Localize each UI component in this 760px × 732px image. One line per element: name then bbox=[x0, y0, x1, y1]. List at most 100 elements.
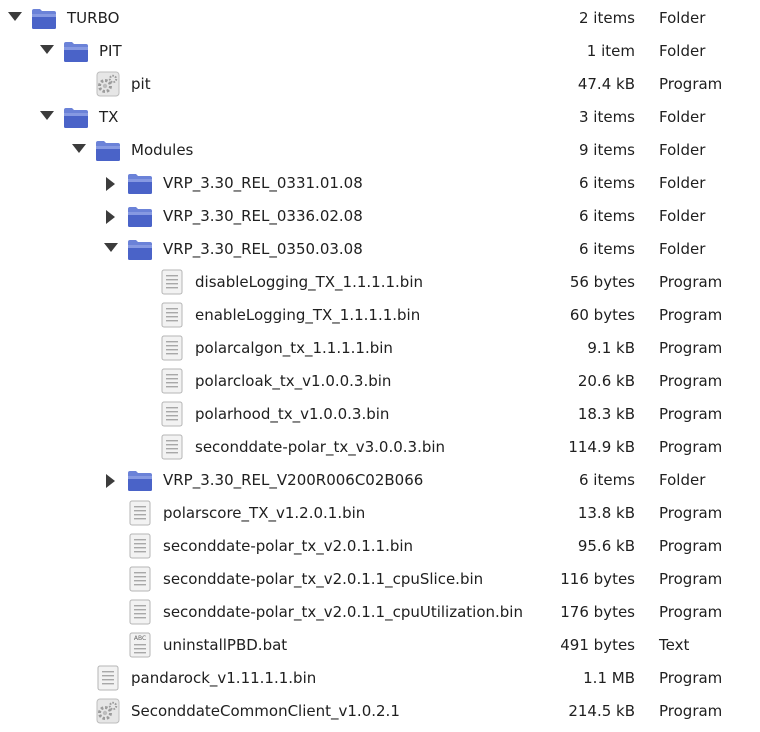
expand-arrow-icon[interactable] bbox=[106, 177, 115, 191]
folder-icon bbox=[63, 104, 89, 130]
file-row-seconddatecommonclient-v1-0-2-1[interactable]: SeconddateCommonClient_v1.0.2.1 214.5 kB P… bbox=[0, 695, 760, 728]
folder-icon bbox=[127, 203, 153, 229]
folder-icon bbox=[95, 137, 121, 163]
collapse-arrow-icon[interactable] bbox=[40, 45, 54, 54]
folder-row-turbo[interactable]: TURBO 2 items Folder bbox=[0, 2, 760, 35]
collapse-arrow-icon[interactable] bbox=[8, 12, 22, 21]
item-size: 6 items bbox=[578, 174, 635, 192]
expand-arrow-icon[interactable] bbox=[106, 474, 115, 488]
item-size: 6 items bbox=[578, 240, 635, 258]
item-type: Program bbox=[659, 702, 723, 720]
file-row-polarcloak-tx-v1-0-0-3-bin[interactable]: polarcloak_tx_v1.0.0.3.bin 20.6 kB Program bbox=[0, 365, 760, 398]
item-size: 214.5 kB bbox=[568, 702, 635, 720]
collapse-arrow-icon[interactable] bbox=[40, 111, 54, 120]
item-size: 176 bytes bbox=[560, 603, 635, 621]
item-type: Program bbox=[659, 438, 723, 456]
item-size: 6 items bbox=[578, 471, 635, 489]
item-name: SeconddateCommonClient_v1.0.2.1 bbox=[131, 702, 400, 720]
file-row-pandarock-v1-11-1-1-bin[interactable]: pandarock_v1.11.1.1.bin 1.1 MB Program bbox=[0, 662, 760, 695]
item-size: 60 bytes bbox=[569, 306, 635, 324]
item-type: Program bbox=[659, 504, 723, 522]
item-type: Program bbox=[659, 570, 723, 588]
binary-file-icon bbox=[159, 302, 185, 328]
item-type: Folder bbox=[659, 174, 706, 192]
item-name: uninstallPBD.bat bbox=[163, 636, 288, 654]
collapse-arrow-icon[interactable] bbox=[72, 144, 86, 153]
item-size: 56 bytes bbox=[569, 273, 635, 291]
svg-text:ABC: ABC bbox=[134, 635, 146, 642]
binary-file-icon bbox=[95, 665, 121, 691]
folder-row-vrp-3-30-rel-v200r006c02b066[interactable]: VRP_3.30_REL_V200R006C02B066 6 items Folde… bbox=[0, 464, 760, 497]
item-type: Program bbox=[659, 537, 723, 555]
item-type: Folder bbox=[659, 9, 706, 27]
expand-arrow-icon[interactable] bbox=[106, 210, 115, 224]
program-gear-icon bbox=[95, 698, 121, 724]
item-type: Program bbox=[659, 306, 723, 324]
item-size: 9.1 kB bbox=[587, 339, 635, 357]
item-type: Folder bbox=[659, 471, 706, 489]
folder-icon bbox=[127, 170, 153, 196]
item-name: disableLogging_TX_1.1.1.1.bin bbox=[195, 273, 424, 291]
folder-icon bbox=[127, 236, 153, 262]
item-type: Folder bbox=[659, 108, 706, 126]
item-name: seconddate-polar_tx_v2.0.1.1_cpuUtilizat… bbox=[163, 603, 523, 621]
item-name: seconddate-polar_tx_v2.0.1.1_cpuSlice.bi… bbox=[163, 570, 484, 588]
folder-icon bbox=[127, 467, 153, 493]
folder-row-pit[interactable]: PIT 1 item Folder bbox=[0, 35, 760, 68]
folder-row-vrp-3-30-rel-0336-02-08[interactable]: VRP_3.30_REL_0336.02.08 6 items Folder bbox=[0, 200, 760, 233]
collapse-arrow-icon[interactable] bbox=[104, 243, 118, 252]
file-row-polarcalgon-tx-1-1-1-1-bin[interactable]: polarcalgon_tx_1.1.1.1.bin 9.1 kB Program bbox=[0, 332, 760, 365]
file-row-seconddate-polar-tx-v3-0-0-3-bin[interactable]: seconddate-polar_tx_v3.0.0.3.bin 114.9 kB… bbox=[0, 431, 760, 464]
file-row-pit[interactable]: pit 47.4 kB Program bbox=[0, 68, 760, 101]
item-name: PIT bbox=[99, 42, 122, 60]
binary-file-icon bbox=[127, 566, 153, 592]
item-type: Text bbox=[659, 636, 690, 654]
folder-row-vrp-3-30-rel-0350-03-08[interactable]: VRP_3.30_REL_0350.03.08 6 items Folder bbox=[0, 233, 760, 266]
item-name: polarcloak_tx_v1.0.0.3.bin bbox=[195, 372, 392, 390]
file-row-polarhood-tx-v1-0-0-3-bin[interactable]: polarhood_tx_v1.0.0.3.bin 18.3 kB Program bbox=[0, 398, 760, 431]
binary-file-icon bbox=[159, 401, 185, 427]
item-size: 20.6 kB bbox=[577, 372, 635, 390]
program-gear-icon bbox=[95, 71, 121, 97]
item-type: Folder bbox=[659, 141, 706, 159]
item-name: TURBO bbox=[67, 9, 120, 27]
item-name: polarhood_tx_v1.0.0.3.bin bbox=[195, 405, 390, 423]
item-size: 1.1 MB bbox=[583, 669, 635, 687]
file-row-seconddate-polar-tx-v2-0-1-1-cpuutilization-bin[interactable]: seconddate-polar_tx_v2.0.1.1_cpuUtilizat… bbox=[0, 596, 760, 629]
file-row-enablelogging-tx-1-1-1-1-bin[interactable]: enableLogging_TX_1.1.1.1.bin 60 bytes Prog… bbox=[0, 299, 760, 332]
item-name: pandarock_v1.11.1.1.bin bbox=[131, 669, 317, 687]
folder-icon bbox=[31, 5, 57, 31]
item-name: enableLogging_TX_1.1.1.1.bin bbox=[195, 306, 421, 324]
item-type: Program bbox=[659, 75, 723, 93]
item-size: 6 items bbox=[578, 207, 635, 225]
item-name: VRP_3.30_REL_0336.02.08 bbox=[163, 207, 363, 225]
file-row-disablelogging-tx-1-1-1-1-bin[interactable]: disableLogging_TX_1.1.1.1.bin 56 bytes Pro… bbox=[0, 266, 760, 299]
file-row-seconddate-polar-tx-v2-0-1-1-cpuslice-bin[interactable]: seconddate-polar_tx_v2.0.1.1_cpuSlice.bi… bbox=[0, 563, 760, 596]
item-name: polarcalgon_tx_1.1.1.1.bin bbox=[195, 339, 393, 357]
text-file-icon: ABC bbox=[127, 632, 153, 658]
item-name: VRP_3.30_REL_0331.01.08 bbox=[163, 174, 363, 192]
item-type: Program bbox=[659, 273, 723, 291]
file-row-polarscore-tx-v1-2-0-1-bin[interactable]: polarscore_TX_v1.2.0.1.bin 13.8 kB Program bbox=[0, 497, 760, 530]
item-size: 47.4 kB bbox=[577, 75, 635, 93]
binary-file-icon bbox=[127, 599, 153, 625]
folder-row-vrp-3-30-rel-0331-01-08[interactable]: VRP_3.30_REL_0331.01.08 6 items Folder bbox=[0, 167, 760, 200]
binary-file-icon bbox=[159, 368, 185, 394]
item-size: 491 bytes bbox=[560, 636, 635, 654]
item-size: 9 items bbox=[578, 141, 635, 159]
folder-icon bbox=[63, 38, 89, 64]
item-name: polarscore_TX_v1.2.0.1.bin bbox=[163, 504, 366, 522]
file-row-seconddate-polar-tx-v2-0-1-1-bin[interactable]: seconddate-polar_tx_v2.0.1.1.bin 95.6 kB P… bbox=[0, 530, 760, 563]
item-type: Program bbox=[659, 603, 723, 621]
item-type: Folder bbox=[659, 42, 706, 60]
file-row-uninstallpbd-bat[interactable]: ABC uninstallPBD.bat 491 bytes Text bbox=[0, 629, 760, 662]
item-type: Program bbox=[659, 405, 723, 423]
item-size: 1 item bbox=[586, 42, 635, 60]
item-size: 18.3 kB bbox=[577, 405, 635, 423]
item-name: seconddate-polar_tx_v2.0.1.1.bin bbox=[163, 537, 414, 555]
folder-row-modules[interactable]: Modules 9 items Folder bbox=[0, 134, 760, 167]
file-tree-view: TURBO 2 items Folder PIT 1 item Folder pit 47… bbox=[0, 0, 760, 732]
item-name: seconddate-polar_tx_v3.0.0.3.bin bbox=[195, 438, 446, 456]
item-name: TX bbox=[99, 108, 119, 126]
folder-row-tx[interactable]: TX 3 items Folder bbox=[0, 101, 760, 134]
